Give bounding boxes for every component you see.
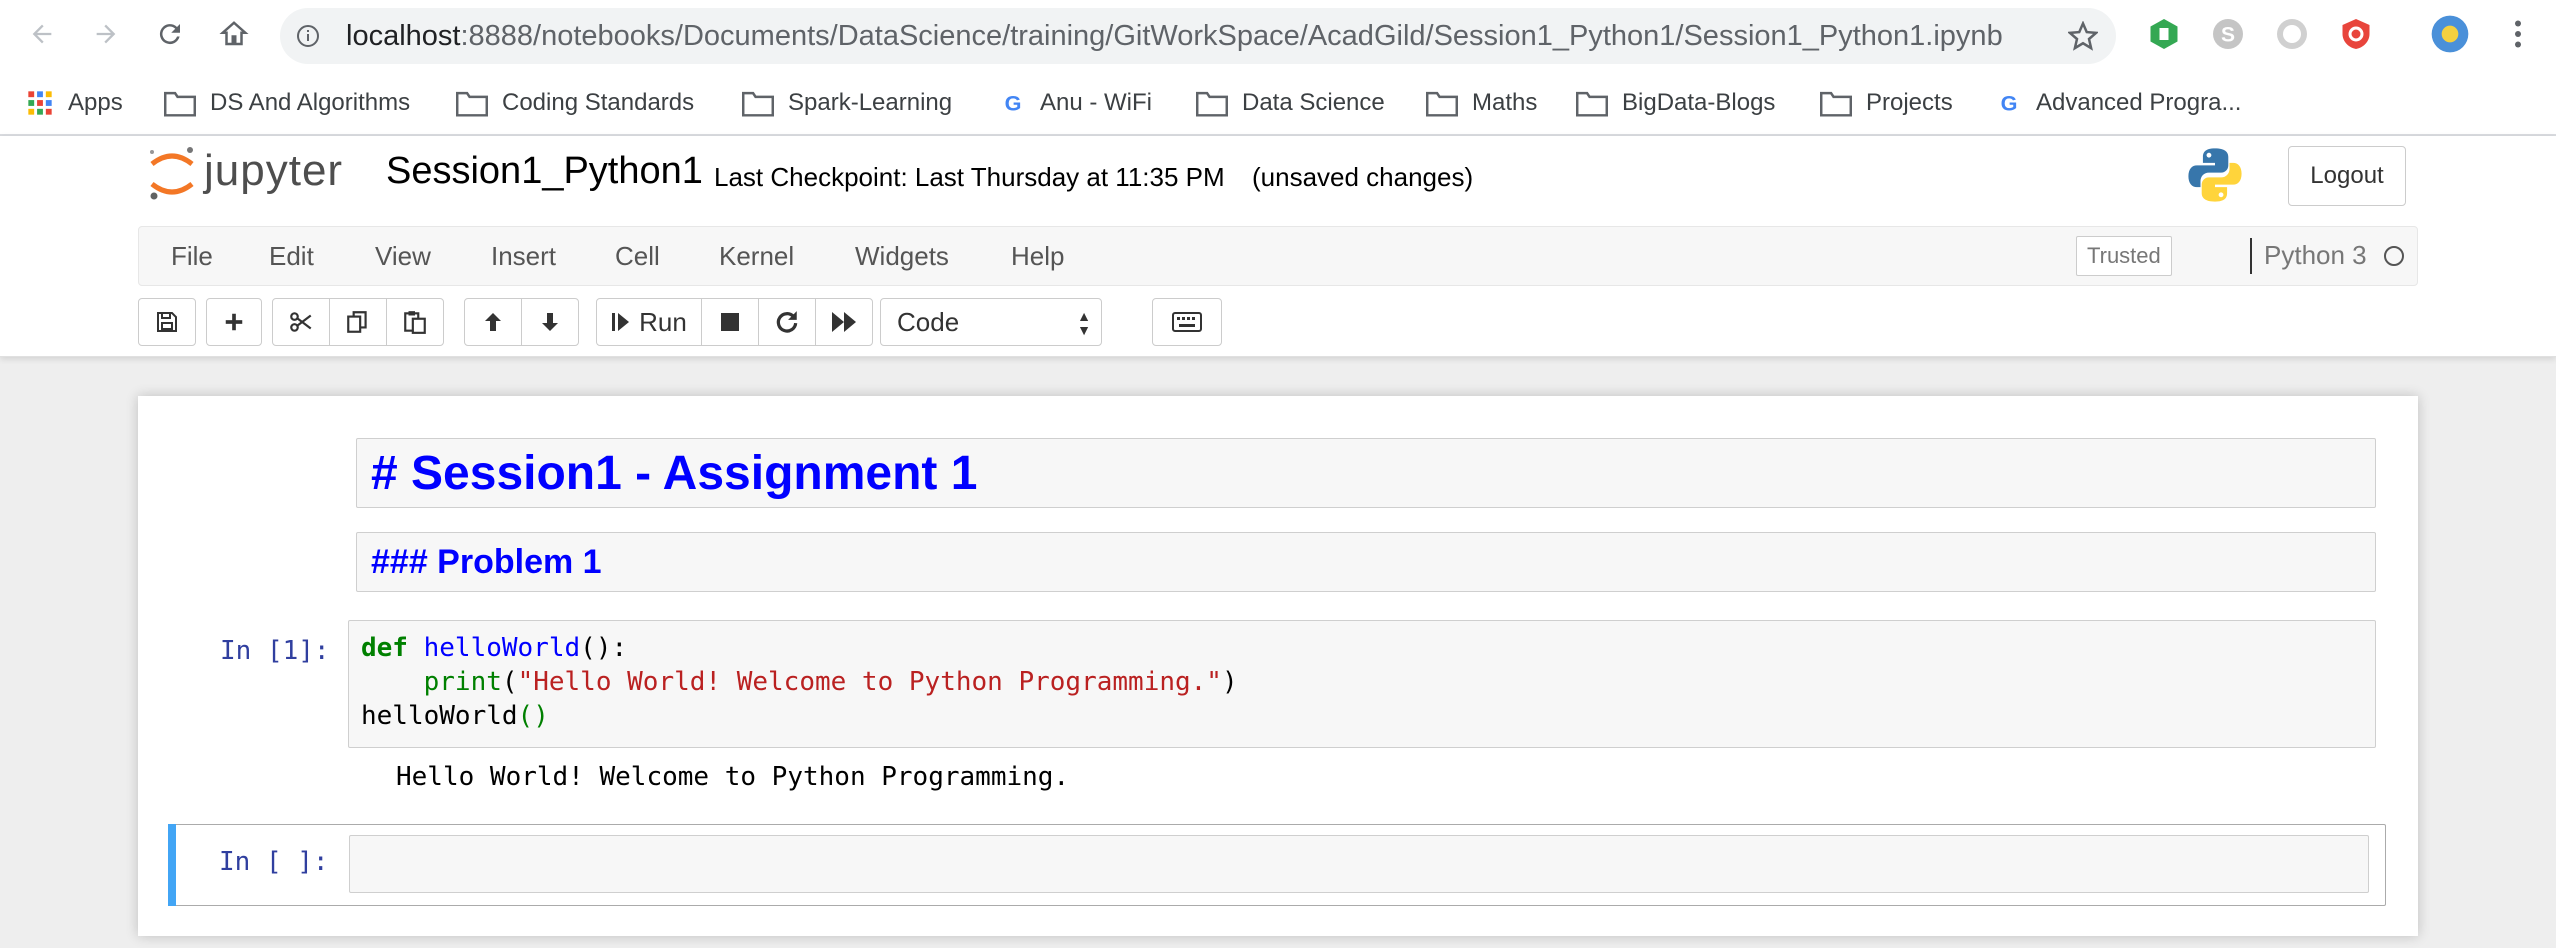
copy-button[interactable]: [329, 298, 387, 346]
insert-cell-button[interactable]: [206, 298, 262, 346]
markdown-cell-title[interactable]: # Session1 - Assignment 1: [356, 438, 2376, 508]
empty-input-prompt: In [ ]:: [219, 847, 329, 877]
command-palette-button[interactable]: [1152, 298, 1222, 346]
folder-icon: [456, 91, 488, 117]
back-button[interactable]: [22, 14, 62, 54]
logo-text: jupyter: [204, 146, 344, 195]
arrow-left-icon: [32, 24, 52, 44]
checkpoint-status: Last Checkpoint: Last Thursday at 11:35 …: [714, 162, 1225, 192]
run-button[interactable]: Run: [596, 298, 702, 346]
notebook-name[interactable]: Session1_Python1: [386, 150, 703, 193]
python-logo-icon: [2188, 148, 2242, 202]
bookmark-apps[interactable]: Apps: [26, 84, 123, 122]
restart-icon: [776, 311, 798, 333]
bookmark-bigdata-blogs[interactable]: BigData-Blogs: [1576, 84, 1775, 122]
unsaved-changes-indicator: (unsaved changes): [1252, 162, 1474, 192]
svg-text:G: G: [1005, 91, 1022, 116]
folder-icon: [1820, 91, 1852, 117]
menu-view[interactable]: View: [375, 241, 431, 272]
kebab-menu-icon[interactable]: [2500, 16, 2536, 52]
google-g-icon: G: [2001, 91, 2018, 116]
menu-widgets[interactable]: Widgets: [855, 241, 949, 272]
reload-icon: [159, 24, 180, 45]
folder-icon: [1426, 91, 1458, 117]
trusted-indicator[interactable]: Trusted: [2076, 236, 2172, 276]
bookmark-spark-learning[interactable]: Spark-Learning: [742, 84, 952, 122]
bookmark-anu-wifi[interactable]: G Anu - WiFi: [1000, 84, 1152, 122]
paste-icon: [404, 311, 426, 334]
move-down-button[interactable]: [521, 298, 579, 346]
menu-cell[interactable]: Cell: [615, 241, 660, 272]
empty-code-editor[interactable]: [349, 835, 2369, 893]
extension-circle-icon[interactable]: [2274, 16, 2310, 52]
arrow-up-icon: [485, 313, 501, 331]
input-prompt: In [1]:: [220, 636, 330, 666]
menu-kernel[interactable]: Kernel: [719, 241, 794, 272]
apps-grid-icon: [28, 91, 52, 115]
bookmark-coding-standards[interactable]: Coding Standards: [456, 84, 694, 122]
folder-icon: [1196, 91, 1228, 117]
bookmark-projects[interactable]: Projects: [1820, 84, 1953, 122]
bookmark-maths[interactable]: Maths: [1426, 84, 1537, 122]
copy-icon: [347, 311, 367, 333]
bookmark-advanced-programming[interactable]: G Advanced Progra...: [1996, 84, 2242, 122]
home-button[interactable]: [214, 14, 254, 54]
bookmark-data-science[interactable]: Data Science: [1196, 84, 1385, 122]
logout-button[interactable]: Logout: [2288, 146, 2406, 206]
notebook-container: # Session1 - Assignment 1 ### Problem 1 …: [138, 396, 2418, 936]
folder-icon: [164, 91, 196, 117]
kernel-name[interactable]: Python 3: [2264, 240, 2367, 271]
shield-icon[interactable]: [2338, 16, 2374, 52]
cell-type-select[interactable]: Code ▲ ▼: [880, 298, 1102, 346]
arrow-down-icon: [542, 313, 558, 331]
selected-cell-indicator: [168, 824, 176, 906]
move-up-button[interactable]: [464, 298, 522, 346]
keyboard-icon: [1172, 312, 1202, 332]
svg-text:G: G: [2001, 91, 2018, 116]
cut-button[interactable]: [272, 298, 330, 346]
menu-file[interactable]: File: [171, 241, 213, 272]
menu-insert[interactable]: Insert: [491, 241, 556, 272]
reload-button[interactable]: [150, 14, 190, 54]
bookmarks-bar: Apps DS And Algorithms Coding Standards …: [0, 72, 2556, 136]
selected-empty-cell[interactable]: In [ ]:: [168, 824, 2386, 906]
cell-output: Hello World! Welcome to Python Programmi…: [396, 762, 1070, 792]
skype-icon[interactable]: S: [2210, 16, 2246, 52]
paste-button[interactable]: [386, 298, 444, 346]
folder-icon: [1576, 91, 1608, 117]
home-icon: [219, 21, 249, 46]
arrow-right-icon: [96, 24, 116, 44]
bookmark-ds-algorithms[interactable]: DS And Algorithms: [164, 84, 410, 122]
google-g-icon: G: [1005, 91, 1022, 116]
url-text: localhost:8888/notebooks/Documents/DataS…: [346, 20, 2003, 52]
jupyter-logo-icon: [150, 147, 194, 200]
svg-text:S: S: [2221, 24, 2235, 47]
kernel-divider: [2250, 238, 2252, 274]
plus-icon: [225, 313, 243, 331]
browser-toolbar: localhost:8888/notebooks/Documents/DataS…: [0, 0, 2556, 72]
extension-green-icon[interactable]: [2146, 16, 2182, 52]
interrupt-kernel-button[interactable]: [701, 298, 759, 346]
address-bar[interactable]: localhost:8888/notebooks/Documents/DataS…: [280, 8, 2116, 64]
fast-forward-icon: [832, 312, 856, 332]
profile-avatar-icon[interactable]: [2430, 14, 2470, 54]
folder-icon: [742, 91, 774, 117]
restart-run-all-button[interactable]: [815, 298, 873, 346]
code-cell-editor[interactable]: def helloWorld(): print("Hello World! We…: [348, 620, 2376, 748]
menu-edit[interactable]: Edit: [269, 241, 314, 272]
save-icon: [157, 312, 177, 332]
menu-help[interactable]: Help: [1011, 241, 1064, 272]
star-icon[interactable]: [2068, 21, 2098, 51]
kernel-idle-indicator: [2384, 246, 2404, 266]
step-forward-icon: [612, 313, 630, 331]
stop-icon: [721, 313, 739, 331]
jupyter-logo[interactable]: jupyter: [146, 142, 356, 208]
forward-button[interactable]: [86, 14, 126, 54]
save-button[interactable]: [138, 298, 196, 346]
markdown-cell-problem[interactable]: ### Problem 1: [356, 532, 2376, 592]
select-arrows-icon: ▲ ▼: [1077, 308, 1091, 338]
scissors-icon: [290, 312, 312, 332]
info-icon: [297, 25, 319, 47]
restart-kernel-button[interactable]: [758, 298, 816, 346]
